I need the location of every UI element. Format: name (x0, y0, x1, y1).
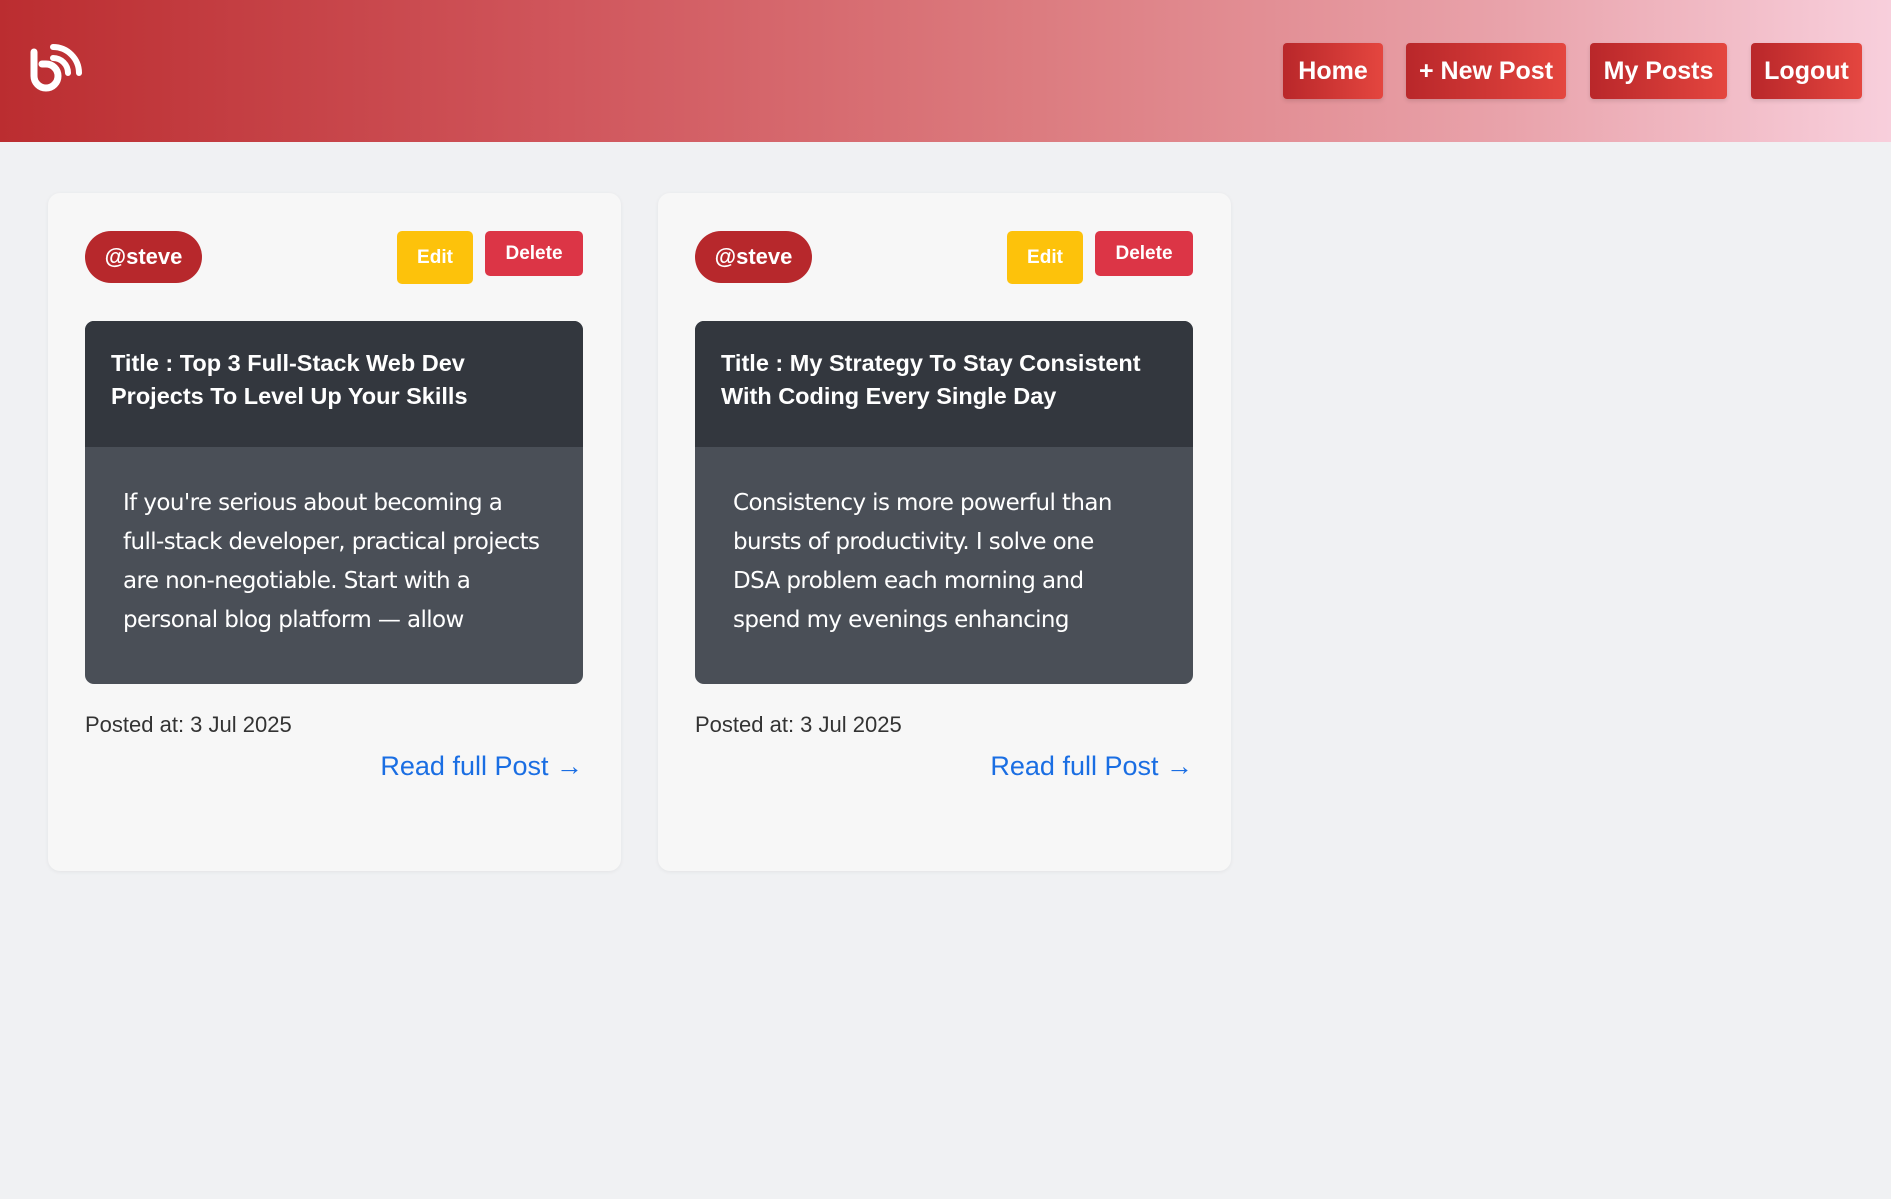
author-badge[interactable]: @steve (85, 231, 202, 283)
delete-button[interactable]: Delete (485, 231, 583, 276)
top-navbar: Home + New Post My Posts Logout (0, 0, 1891, 142)
post-card: @steve Edit Delete Title : Top 3 Full-St… (48, 193, 621, 871)
excerpt-line: are non-negotiable. Start with a (123, 568, 471, 594)
nav-my-posts-button[interactable]: My Posts (1590, 43, 1727, 99)
nav-logout-button[interactable]: Logout (1751, 43, 1862, 99)
edit-button[interactable]: Edit (397, 231, 473, 284)
posted-date: Posted at: 3 Jul 2025 (85, 712, 292, 737)
post-preview: Title : Top 3 Full-Stack Web Dev Project… (85, 321, 583, 684)
nav-home-button[interactable]: Home (1283, 43, 1383, 99)
author-badge[interactable]: @steve (695, 231, 812, 283)
excerpt-line: personal blog platform — allow (123, 607, 464, 633)
excerpt-line: DSA problem each morning and (733, 568, 1084, 594)
post-title: Title : Top 3 Full-Stack Web Dev Project… (85, 321, 583, 447)
excerpt-line: spend my evenings enhancing (733, 607, 1069, 633)
post-preview: Title : My Strategy To Stay Consistent W… (695, 321, 1193, 684)
posted-date: Posted at: 3 Jul 2025 (695, 712, 902, 737)
blog-logo-icon[interactable] (26, 42, 82, 98)
read-full-post-link[interactable]: Read full Post → (990, 751, 1193, 782)
delete-button[interactable]: Delete (1095, 231, 1193, 276)
excerpt-line: bursts of productivity. I solve one (733, 529, 1094, 555)
post-card: @steve Edit Delete Title : My Strategy T… (658, 193, 1231, 871)
post-excerpt: If you're serious about becoming a full-… (123, 484, 563, 640)
read-full-post-link[interactable]: Read full Post → (380, 751, 583, 782)
post-title: Title : My Strategy To Stay Consistent W… (695, 321, 1193, 447)
excerpt-line: If you're serious about becoming a (123, 490, 503, 516)
post-excerpt: Consistency is more powerful than bursts… (733, 484, 1173, 640)
excerpt-line: Consistency is more powerful than (733, 490, 1112, 516)
nav-new-post-button[interactable]: + New Post (1406, 43, 1566, 99)
edit-button[interactable]: Edit (1007, 231, 1083, 284)
excerpt-line: full-stack developer, practical projects (123, 529, 540, 555)
